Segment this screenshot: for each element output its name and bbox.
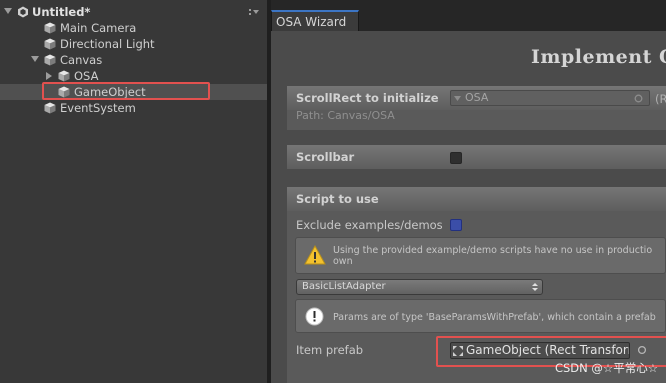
scene-name: Untitled* bbox=[32, 5, 91, 19]
scrollrect-object-field[interactable]: OSA bbox=[450, 90, 650, 106]
gameobject-cube-icon bbox=[44, 54, 56, 66]
osa-wizard-window: OSA Wizard Implement O ScrollRect to ini… bbox=[271, 0, 666, 383]
hierarchy-item-directional-light[interactable]: Directional Light bbox=[0, 36, 267, 52]
warning-text-line2: own bbox=[333, 256, 353, 267]
gameobject-cube-icon bbox=[44, 22, 56, 34]
scene-row[interactable]: Untitled* bbox=[0, 4, 267, 20]
tab-bar: OSA Wizard bbox=[271, 0, 666, 31]
highlight-annotation-gameobject bbox=[42, 82, 210, 100]
hierarchy-menu-icon[interactable] bbox=[249, 9, 259, 15]
exclude-examples-checkbox[interactable] bbox=[450, 219, 462, 231]
warning-icon bbox=[304, 245, 326, 265]
wizard-content: Implement O ScrollRect to initialize OSA… bbox=[271, 31, 666, 383]
scrollbar-checkbox[interactable] bbox=[450, 152, 462, 164]
wizard-title: Implement O bbox=[531, 46, 666, 68]
hierarchy-item-eventsystem[interactable]: EventSystem bbox=[0, 100, 267, 116]
info-text: Params are of type 'BaseParamsWithPrefab… bbox=[333, 312, 656, 323]
scrollbar-header: Scrollbar bbox=[287, 145, 666, 169]
info-icon bbox=[305, 307, 324, 326]
hierarchy-item-label: EventSystem bbox=[60, 101, 136, 115]
hierarchy-panel: Untitled* Main Camera Directional Light … bbox=[0, 0, 267, 383]
gameobject-cube-icon bbox=[44, 38, 56, 50]
hierarchy-item-label: Canvas bbox=[60, 53, 103, 67]
dropdown-arrow-icon bbox=[454, 96, 461, 101]
scrollrect-section: ScrollRect to initialize OSA (R bbox=[287, 86, 666, 130]
updown-arrow-icon bbox=[532, 283, 538, 291]
foldout-arrow-icon[interactable] bbox=[4, 8, 12, 14]
warning-helpbox: Using the provided example/demo scripts … bbox=[295, 237, 666, 274]
hierarchy-item-label: Main Camera bbox=[60, 21, 137, 35]
unity-scene-icon bbox=[18, 6, 28, 18]
foldout-arrow-icon[interactable] bbox=[31, 56, 39, 62]
hierarchy-item-label: Directional Light bbox=[60, 37, 155, 51]
exclude-examples-label: Exclude examples/demos bbox=[296, 218, 443, 232]
scrollrect-field-suffix: (R bbox=[655, 92, 666, 106]
gameobject-cube-icon bbox=[44, 102, 56, 114]
hierarchy-item-main-camera[interactable]: Main Camera bbox=[0, 20, 267, 36]
watermark: CSDN @☆平常心☆ bbox=[554, 361, 658, 375]
hierarchy-item-canvas[interactable]: Canvas bbox=[0, 52, 267, 68]
info-helpbox: Params are of type 'BaseParamsWithPrefab… bbox=[295, 299, 666, 333]
scrollbar-section: Scrollbar bbox=[287, 145, 666, 169]
tab-osa-wizard[interactable]: OSA Wizard bbox=[271, 10, 359, 31]
script-dropdown-value: BasicListAdapter bbox=[302, 281, 386, 292]
foldout-arrow-icon[interactable] bbox=[46, 72, 52, 80]
script-header: Script to use bbox=[287, 187, 666, 211]
script-dropdown[interactable]: BasicListAdapter bbox=[296, 279, 543, 295]
scrollrect-path: Path: Canvas/OSA bbox=[296, 109, 395, 122]
item-prefab-label: Item prefab bbox=[296, 343, 364, 357]
gameobject-cube-icon bbox=[58, 70, 70, 82]
object-picker-icon[interactable] bbox=[634, 94, 643, 103]
warning-text-line1: Using the provided example/demo scripts … bbox=[333, 245, 653, 256]
scrollrect-field-value: OSA bbox=[465, 91, 489, 104]
